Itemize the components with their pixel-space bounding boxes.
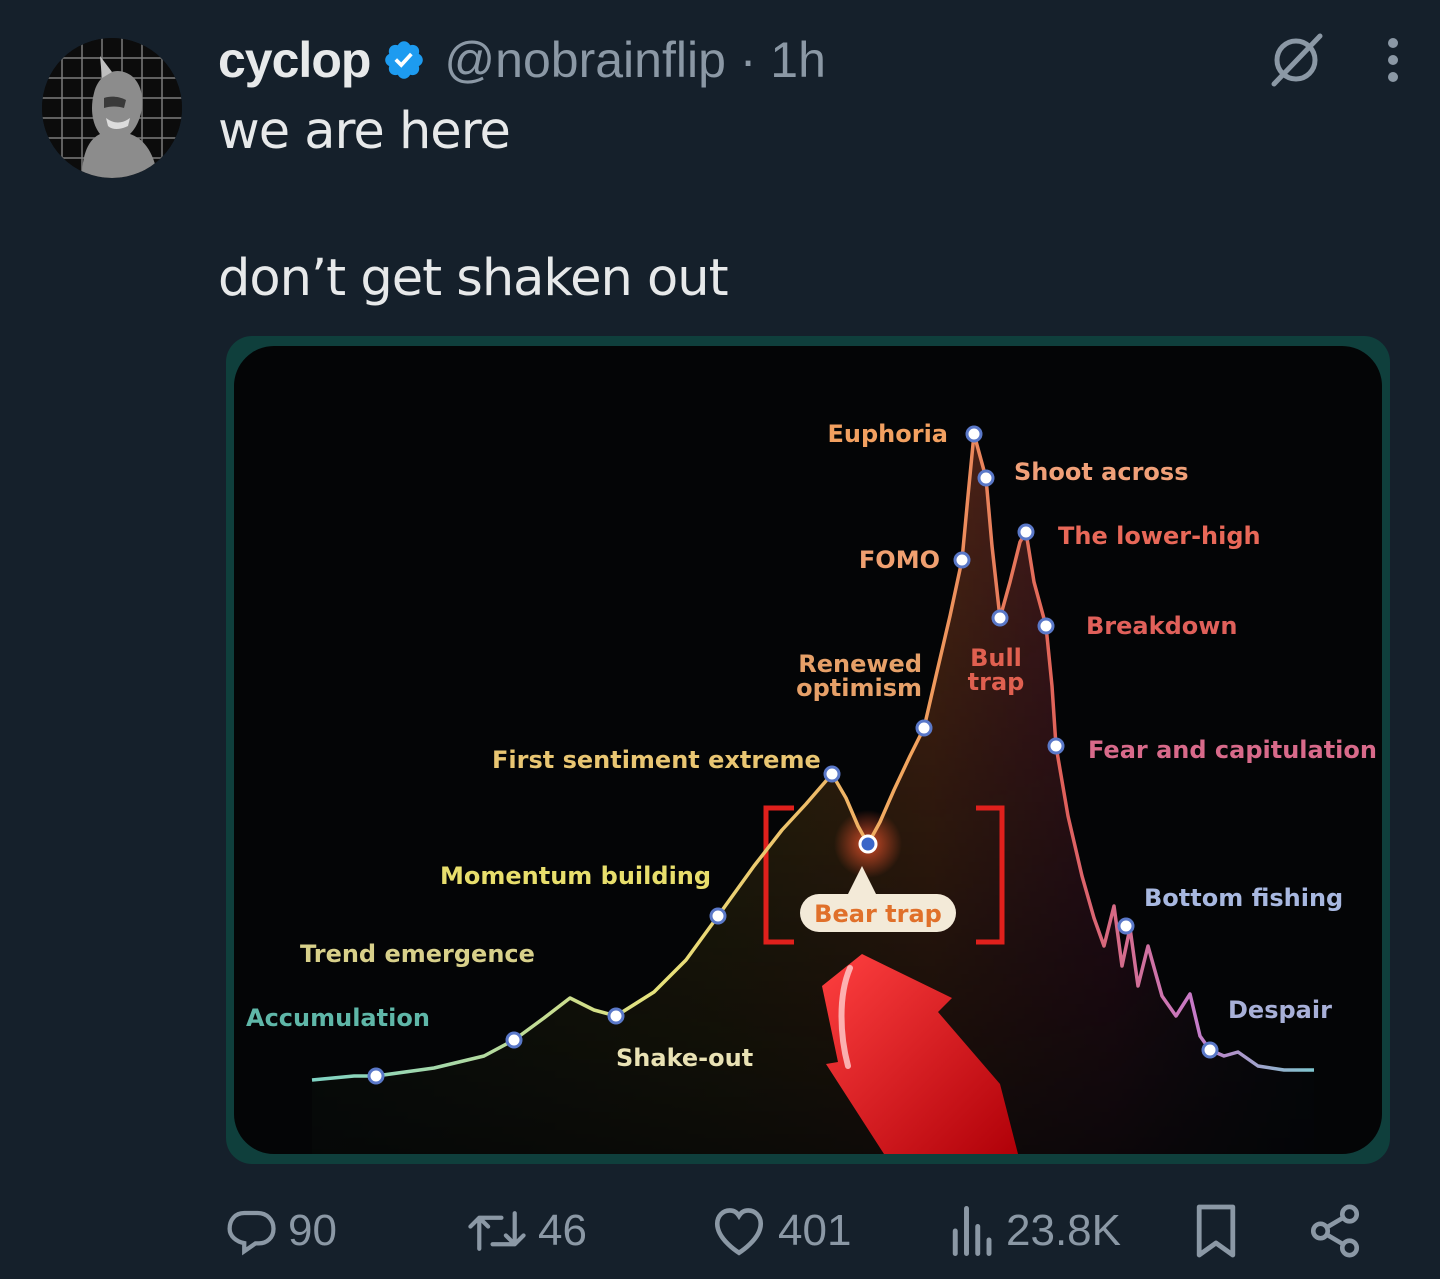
tweet-text-line2: don’t get shaken out <box>218 249 729 308</box>
chart-point-shoot-across <box>977 469 995 487</box>
heart-icon <box>710 1204 768 1258</box>
chart-label-bear-trap: Bear trap <box>814 900 942 928</box>
chart-point-despair <box>1201 1041 1219 1059</box>
share-button[interactable] <box>1306 1196 1364 1266</box>
like-button[interactable]: 401 <box>710 1196 851 1266</box>
bookmark-button[interactable] <box>1192 1196 1240 1266</box>
like-count: 401 <box>778 1206 852 1255</box>
chart-label-trend-emergence: Trend emergence <box>300 940 535 968</box>
chart-label-the-lower-high: The lower-high <box>1058 522 1261 550</box>
chart-label-euphoria: Euphoria <box>828 420 949 448</box>
tweet-header: cyclop @nobrainflip · 1h <box>218 28 826 92</box>
author-name[interactable]: cyclop <box>218 31 371 89</box>
chart-point-renewed-optimism <box>915 719 933 737</box>
chart-point-euphoria <box>965 425 983 443</box>
views-count: 23.8K <box>1006 1206 1121 1255</box>
chart-label-bull-trap: Bull trap <box>968 644 1025 696</box>
chart-label-fomo: FOMO <box>859 546 940 574</box>
chart-label-despair: Despair <box>1228 996 1332 1024</box>
tweet-action-bar: 90 46 401 23.8K <box>0 1196 1440 1266</box>
chart-point-first-sentiment-extreme <box>823 765 841 783</box>
verified-badge-icon <box>382 38 426 82</box>
chart-label-breakdown: Breakdown <box>1086 612 1238 640</box>
chart-point-fear-and-capitulation <box>1047 737 1065 755</box>
bookmark-icon <box>1192 1202 1240 1260</box>
more-vertical-icon[interactable] <box>1386 35 1400 90</box>
chart-label-shake-out: Shake-out <box>616 1044 753 1072</box>
chart-point-bull-trap <box>991 609 1009 627</box>
tweet-text-line1: we are here <box>218 102 511 161</box>
chart-label-renewed-optimism: Renewed optimism <box>796 650 922 702</box>
grok-slash-icon[interactable] <box>1266 30 1326 95</box>
chart-point-shake-out <box>607 1007 625 1025</box>
tweet-media[interactable]: Accumulation Trend emergence Shake-out Mome… <box>226 336 1390 1164</box>
chart-point-bear-trap <box>858 834 878 854</box>
avatar[interactable] <box>42 38 182 178</box>
chart-point-fomo <box>953 551 971 569</box>
chart-label-first-sentiment-extreme: First sentiment extreme <box>492 746 821 774</box>
chart-label-momentum-building: Momentum building <box>440 862 711 890</box>
market-cycle-chart: Accumulation Trend emergence Shake-out Mome… <box>246 420 1377 1154</box>
chart-point-trend-emergence <box>505 1031 523 1049</box>
retweet-icon <box>466 1204 528 1258</box>
chart-label-shoot-across: Shoot across <box>1014 458 1189 486</box>
chart-point-bottom-fishing <box>1117 917 1135 935</box>
reply-count: 90 <box>288 1206 337 1255</box>
reply-icon <box>224 1204 278 1258</box>
views-button[interactable]: 23.8K <box>946 1196 1121 1266</box>
chart-point-the-lower-high <box>1017 523 1035 541</box>
share-icon <box>1306 1202 1364 1260</box>
retweet-button[interactable]: 46 <box>466 1196 587 1266</box>
chart-point-breakdown <box>1037 617 1055 635</box>
chart-label-fear-and-capitulation: Fear and capitulation <box>1088 736 1377 764</box>
retweet-count: 46 <box>538 1206 587 1255</box>
chart-point-momentum-building <box>709 907 727 925</box>
author-handle-time[interactable]: @nobrainflip · 1h <box>444 31 826 89</box>
chart-point-accumulation <box>367 1067 385 1085</box>
chart-label-accumulation: Accumulation <box>246 1004 430 1032</box>
reply-button[interactable]: 90 <box>224 1196 337 1266</box>
tweet-top-actions <box>1266 30 1400 95</box>
avatar-image <box>42 38 182 178</box>
views-bar-icon <box>946 1204 996 1258</box>
media-image: Accumulation Trend emergence Shake-out Mome… <box>234 346 1382 1154</box>
chart-label-bottom-fishing: Bottom fishing <box>1144 884 1343 912</box>
